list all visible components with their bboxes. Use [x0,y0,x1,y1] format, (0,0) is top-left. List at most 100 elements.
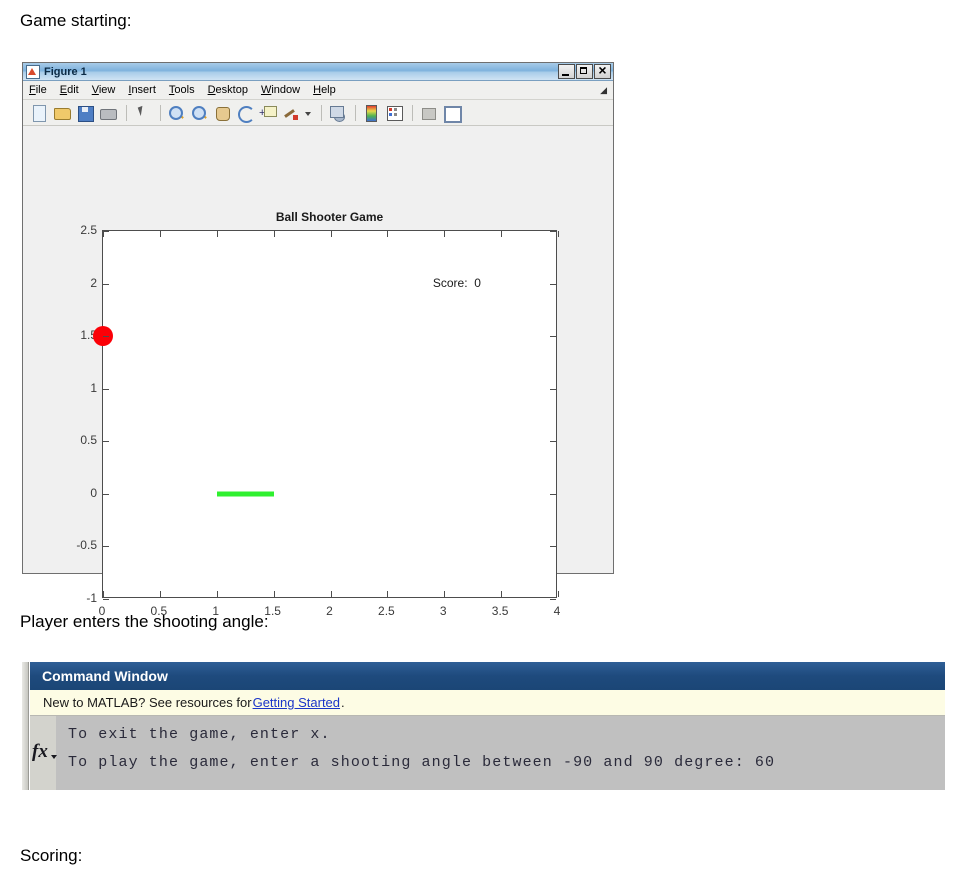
show-plot-tools-icon[interactable] [441,103,462,123]
data-cursor-icon[interactable] [258,103,278,123]
menu-file[interactable]: File [29,84,47,96]
y-axis-tick-mark [550,599,556,600]
y-axis-tick-mark [103,599,109,600]
command-window: Command Window New to MATLAB? See resour… [22,662,945,790]
figure-canvas: Ball Shooter Game 2.5 2 1.5 1 0.5 0 -0.5 -1 0 0.… [23,126,613,618]
getting-started-link[interactable]: Getting Started [253,695,340,710]
x-tick-label: 1 [212,604,220,618]
minimize-button[interactable] [558,64,575,79]
menu-window[interactable]: Window [261,84,300,96]
command-window-dock-rail[interactable] [22,662,29,790]
toolbar-separator [321,104,322,121]
figure-menubar: File Edit View Insert Tools Desktop Wind… [23,81,613,100]
figure-toolbar [23,100,613,126]
command-window-body: Command Window New to MATLAB? See resour… [30,662,945,790]
legend-icon[interactable] [384,103,404,123]
x-tick-label: 3.5 [491,604,509,618]
x-axis-tick-mark [273,591,275,597]
x-axis-tick-mark [103,591,104,597]
y-axis-tick-mark [550,388,556,390]
menu-edit[interactable]: Edit [60,84,79,96]
rotate-3d-icon[interactable] [235,103,255,123]
command-window-gutter: fx [30,716,57,790]
y-tick-label: -0.5 [76,538,97,553]
figure-titlebar: Figure 1 [23,62,613,81]
figure-window-title: Figure 1 [44,65,87,78]
brush-data-icon[interactable] [281,103,301,123]
link-plot-icon[interactable] [327,103,347,123]
save-figure-icon[interactable] [75,103,95,123]
zoom-in-icon[interactable] [166,103,186,123]
brush-dropdown-chevron-down-icon[interactable] [304,103,313,123]
menu-insert[interactable]: Insert [128,84,156,96]
menu-view[interactable]: View [92,84,116,96]
score-annotation: Score: 0 [432,275,481,290]
x-axis-tick-labels: 0 0.5 1 1.5 2 2.5 3 3.5 4 [99,604,561,622]
close-button[interactable] [594,62,611,79]
colorbar-icon[interactable] [361,103,381,123]
y-axis-tick-mark [550,441,556,443]
x-axis-tick-mark [273,231,275,237]
x-axis-tick-mark [330,591,332,597]
x-axis-tick-mark [159,231,161,237]
command-window-title: Command Window [42,668,168,684]
console-line: To play the game, enter a shooting angle… [68,754,776,771]
y-tick-label: 0.5 [80,433,97,448]
y-axis-tick-mark [550,283,556,285]
chart-title: Ball Shooter Game [275,210,384,224]
x-axis-tick-mark [216,231,218,237]
x-axis-tick-mark [444,231,446,237]
y-axis-tick-mark [550,231,556,232]
x-axis-tick-mark [216,591,218,597]
toolbar-separator [126,104,127,121]
notice-text-before: New to MATLAB? See resources for [43,695,252,710]
y-axis-tick-mark [103,283,109,285]
x-tick-label: 2 [326,604,333,618]
y-axis-tick-mark [550,546,556,548]
paddle-line [216,491,274,497]
toolbar-separator [355,104,356,121]
plot-area[interactable]: Score: 0 [93,230,559,600]
x-tick-label: 0.5 [150,604,168,618]
y-tick-label: -1 [86,591,97,605]
y-axis-tick-mark [550,493,556,495]
menubar-overflow-icon[interactable]: ◢ [600,85,607,96]
maximize-button[interactable] [576,64,593,79]
caption-scoring: Scoring: [20,846,83,865]
x-tick-label: 4 [553,604,561,618]
x-tick-label: 0 [98,604,106,618]
command-window-console[interactable]: fx To exit the game, enter x. To play th… [30,716,945,790]
y-axis-tick-mark [103,388,109,390]
matlab-icon [26,64,40,79]
hide-plot-tools-icon[interactable] [418,103,438,123]
menu-tools[interactable]: Tools [169,84,195,96]
y-axis-tick-labels: 2.5 2 1.5 1 0.5 0 -0.5 -1 [52,223,97,605]
x-axis-tick-mark [387,591,389,597]
x-axis-tick-mark [558,231,559,237]
y-tick-label: 1.5 [80,328,97,343]
print-figure-icon[interactable] [98,103,118,123]
new-to-matlab-notice: New to MATLAB? See resources for Getting… [30,690,945,716]
menu-help[interactable]: Help [313,84,336,96]
console-line: To exit the game, enter x. [68,726,331,743]
x-axis-tick-mark [159,591,161,597]
y-axis-tick-mark [103,493,109,495]
menu-desktop[interactable]: Desktop [208,84,248,96]
y-axis-tick-mark [103,441,109,443]
edit-plot-pointer-icon[interactable] [132,103,152,123]
x-tick-label: 1.5 [264,604,281,618]
matlab-figure-window: Figure 1 File Edit View Insert Tools Des… [22,62,614,618]
y-tick-label: 2.5 [80,223,97,237]
toolbar-separator [412,104,413,121]
y-tick-label: 1 [90,380,97,395]
pan-icon[interactable] [212,103,232,123]
function-browser-fx-icon[interactable]: fx [32,742,57,762]
x-axis-tick-mark [387,231,389,237]
y-axis-tick-mark [103,336,109,338]
x-axis-tick-mark [501,591,503,597]
new-figure-icon[interactable] [29,103,49,123]
open-file-icon[interactable] [52,103,72,123]
zoom-out-icon[interactable] [189,103,209,123]
y-axis-tick-mark [103,546,109,548]
caption-game-starting: Game starting: [20,11,132,30]
